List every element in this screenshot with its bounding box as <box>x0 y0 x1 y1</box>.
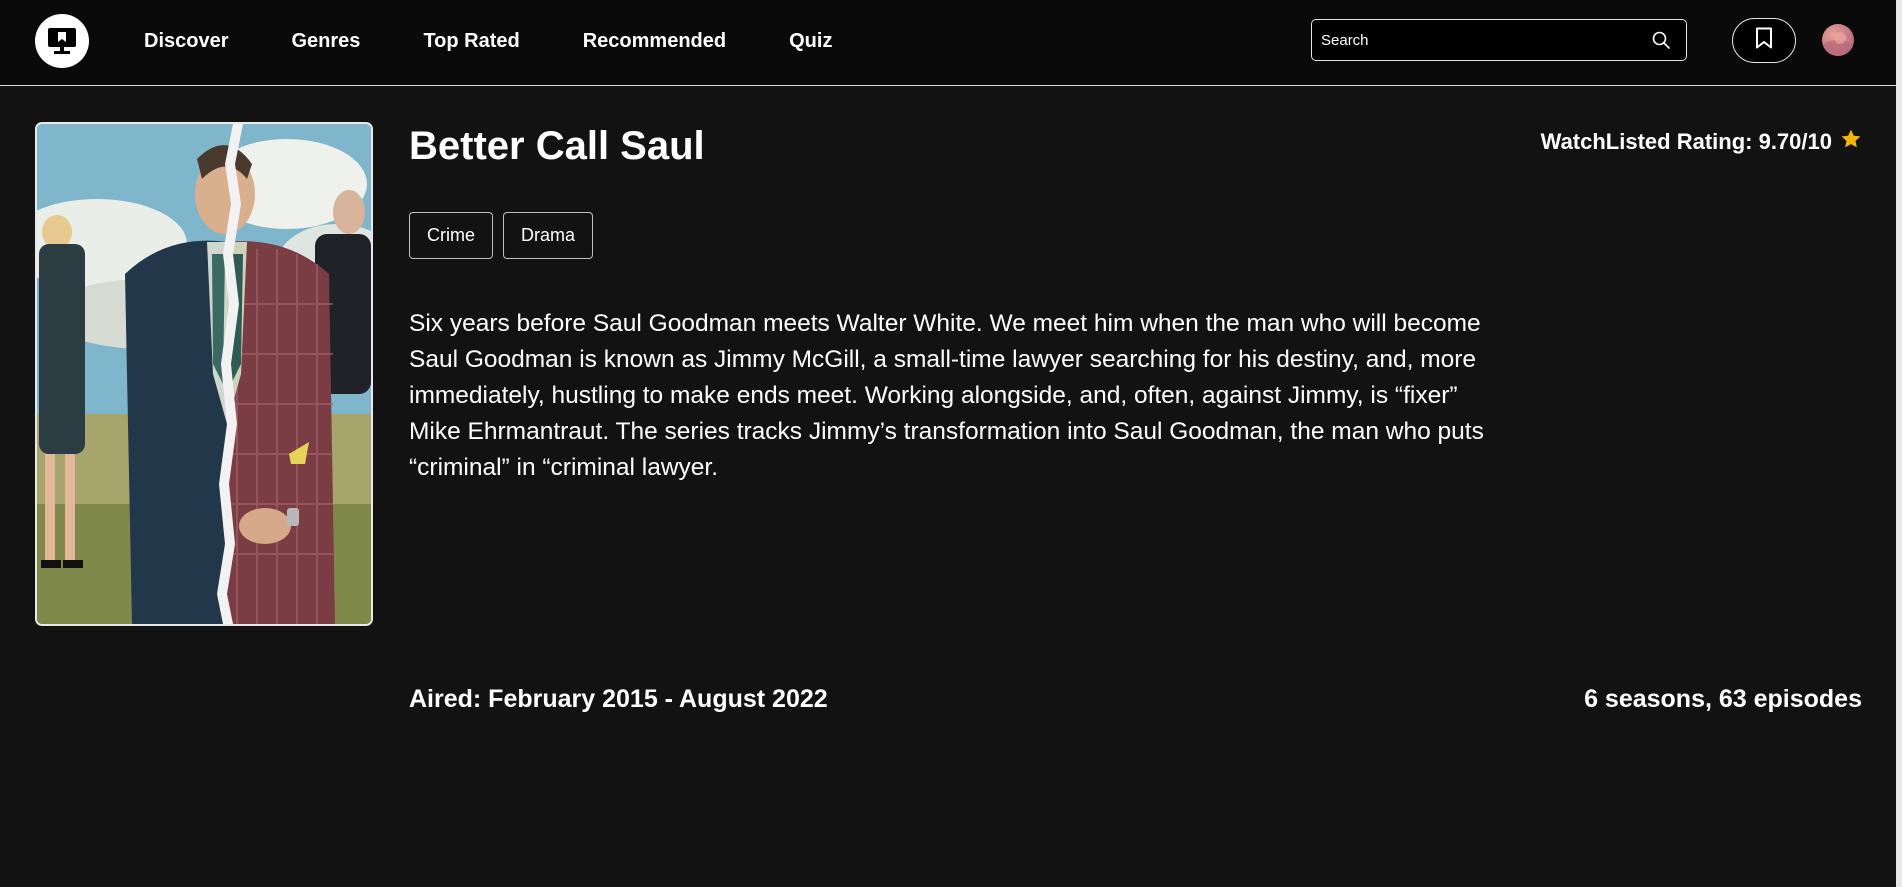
genre-list: Crime Drama <box>409 212 594 259</box>
air-dates: Aired: February 2015 - August 2022 <box>409 685 828 713</box>
seasons-episodes-count: 6 seasons, 63 episodes <box>1584 685 1862 713</box>
rating-label: WatchListed Rating: 9.70/10 <box>1540 129 1832 154</box>
top-navbar: Discover Genres Top Rated Recommended Qu… <box>0 0 1902 86</box>
rating-display: WatchListed Rating: 9.70/10 <box>1541 128 1862 156</box>
page-scrollbar[interactable] <box>1896 0 1902 887</box>
main-nav: Discover Genres Top Rated Recommended Qu… <box>144 0 895 82</box>
show-poster <box>35 122 373 626</box>
nav-top-rated[interactable]: Top Rated <box>423 30 519 53</box>
tv-logo-icon[interactable] <box>35 14 89 68</box>
star-icon <box>1840 128 1862 156</box>
genre-tag-crime[interactable]: Crime <box>409 212 493 259</box>
nav-recommended[interactable]: Recommended <box>583 30 726 53</box>
search-input[interactable] <box>1312 20 1650 60</box>
avatar[interactable] <box>1822 24 1854 56</box>
show-title: Better Call Saul <box>409 124 705 168</box>
nav-discover[interactable]: Discover <box>144 30 229 53</box>
nav-quiz[interactable]: Quiz <box>789 30 832 53</box>
nav-genres[interactable]: Genres <box>292 30 361 53</box>
search-bar <box>1311 19 1687 61</box>
watchlist-button[interactable] <box>1732 18 1796 63</box>
genre-tag-drama[interactable]: Drama <box>503 212 594 259</box>
search-icon[interactable] <box>1650 29 1672 51</box>
bookmark-icon <box>1755 27 1773 54</box>
show-overview: Six years before Saul Goodman meets Walt… <box>409 310 1484 481</box>
